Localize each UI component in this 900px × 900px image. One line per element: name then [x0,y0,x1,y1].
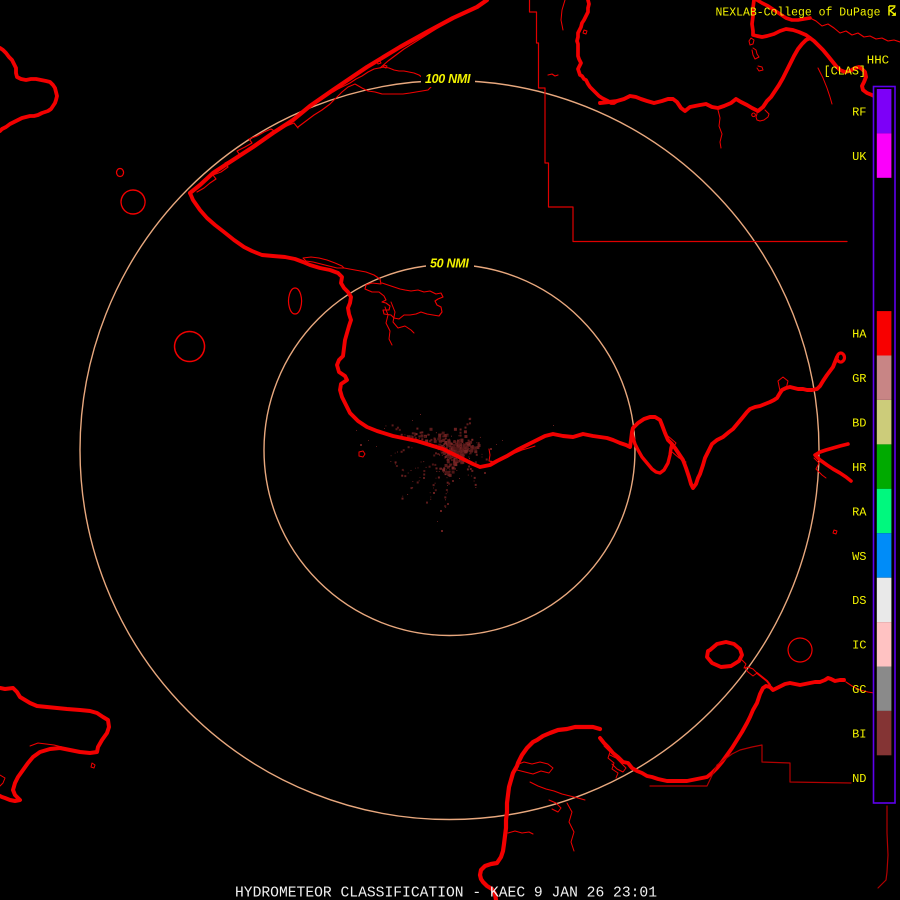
svg-text:HYDROMETEOR CLASSIFICATION - K: HYDROMETEOR CLASSIFICATION - KAEC 9 JAN … [235,886,657,900]
svg-text:[CLAS]: [CLAS] [824,65,866,79]
svg-text:UK: UK [852,150,867,164]
svg-text:DS: DS [852,594,866,608]
svg-text:HA: HA [852,328,867,342]
svg-text:WS: WS [852,550,866,564]
svg-text:RA: RA [852,505,867,519]
svg-text:GR: GR [852,372,866,386]
svg-text:NEXLAB-College of DuPage: NEXLAB-College of DuPage [716,6,881,19]
svg-text:HHC: HHC [867,54,889,68]
svg-text:HR: HR [852,461,866,475]
svg-text:RF: RF [852,106,866,120]
svg-text:GC: GC [852,683,866,697]
svg-text:BD: BD [852,417,866,431]
svg-text:IC: IC [852,639,866,653]
svg-text:ND: ND [852,772,866,786]
svg-text:BI: BI [852,728,866,742]
svg-text:50 NMI: 50 NMI [430,257,469,271]
svg-text:100 NMI: 100 NMI [425,72,471,86]
